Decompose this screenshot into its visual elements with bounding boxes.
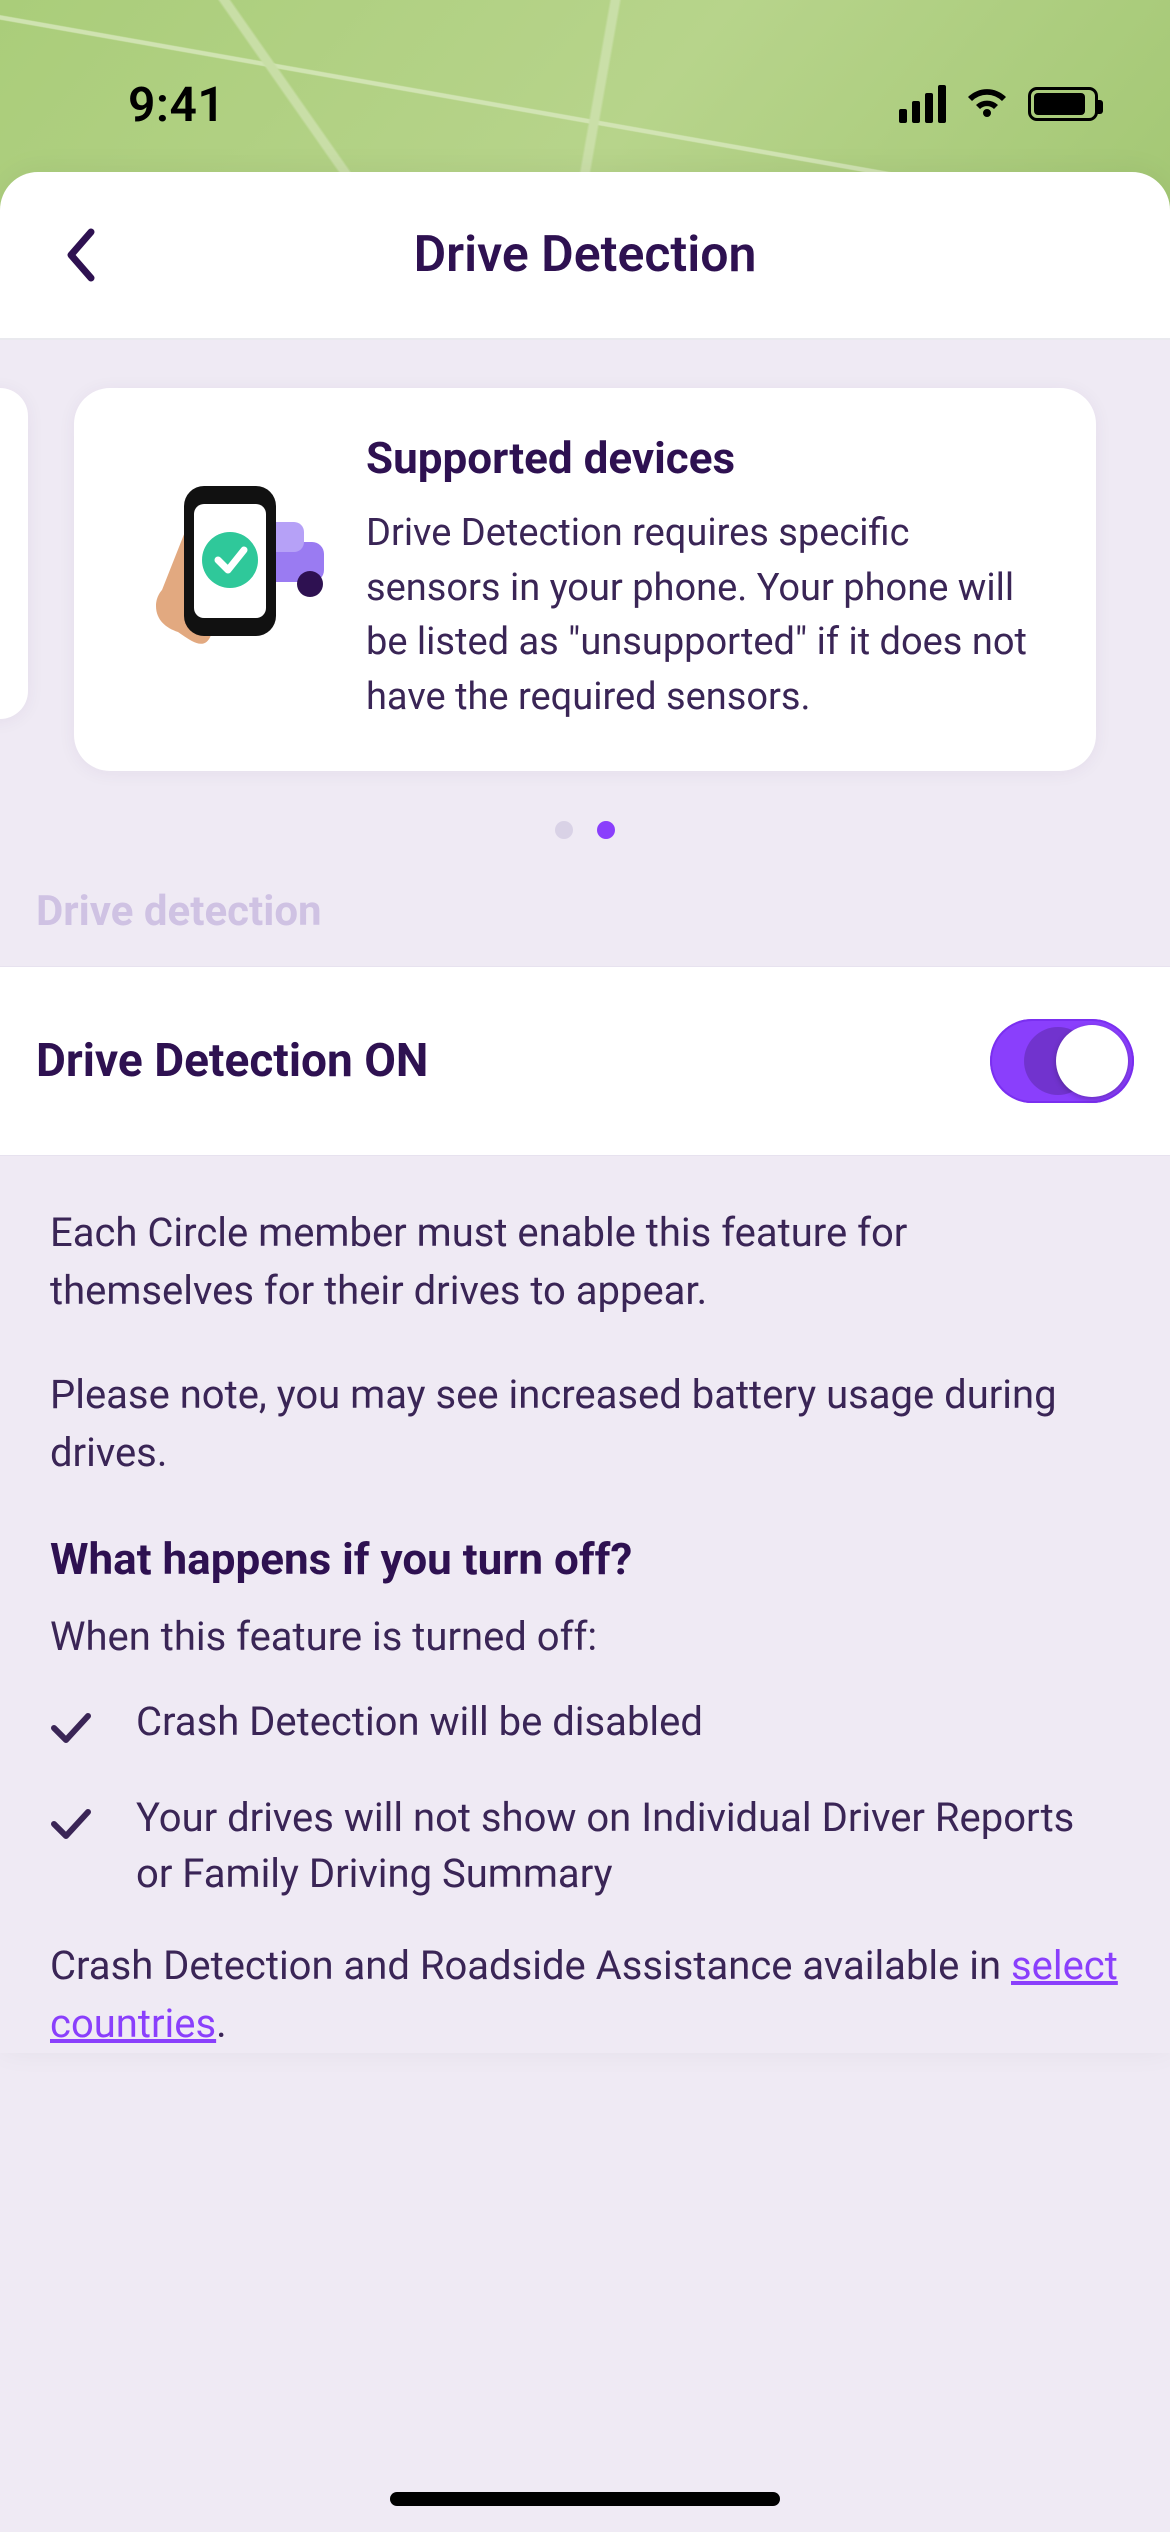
- home-indicator[interactable]: [390, 2492, 780, 2506]
- list-item: Your drives will not show on Individual …: [50, 1790, 1120, 1904]
- info-heading: What happens if you turn off?: [50, 1528, 1120, 1592]
- info-carousel[interactable]: Supported devices Drive Detection requir…: [0, 340, 1170, 791]
- phone-car-illustration: [120, 432, 330, 666]
- wifi-icon: [964, 87, 1010, 121]
- drive-detection-toggle[interactable]: [990, 1019, 1134, 1103]
- list-item-text: Your drives will not show on Individual …: [136, 1790, 1120, 1904]
- list-item-text: Crash Detection will be disabled: [136, 1694, 1120, 1751]
- info-paragraph-2: Please note, you may see increased batte…: [50, 1366, 1120, 1482]
- availability-text: Crash Detection and Roadside Assistance …: [50, 1942, 1011, 1989]
- info-paragraph-1: Each Circle member must enable this feat…: [50, 1204, 1120, 1320]
- carousel-card-supported-devices: Supported devices Drive Detection requir…: [74, 388, 1096, 771]
- cellular-icon: [899, 85, 946, 123]
- status-time: 9:41: [128, 76, 225, 133]
- back-button[interactable]: [48, 223, 112, 287]
- check-icon: [50, 1694, 102, 1762]
- settings-sheet: Drive Detection: [0, 172, 1170, 2053]
- consequences-list: Crash Detection will be disabled Your dr…: [50, 1694, 1120, 1904]
- drive-detection-toggle-label: Drive Detection ON: [36, 1034, 428, 1088]
- battery-icon: [1028, 87, 1098, 121]
- card-title: Supported devices: [366, 432, 1050, 484]
- info-copy: Each Circle member must enable this feat…: [0, 1156, 1170, 2053]
- availability-text-end: .: [216, 2000, 227, 2047]
- card-body: Drive Detection requires specific sensor…: [366, 506, 1050, 725]
- carousel-peek-prev[interactable]: [0, 388, 28, 719]
- carousel-dot-1[interactable]: [597, 821, 615, 839]
- header: Drive Detection: [0, 172, 1170, 340]
- page-title: Drive Detection: [414, 226, 757, 284]
- status-bar: 9:41: [0, 0, 1170, 150]
- drive-detection-toggle-row: Drive Detection ON: [0, 966, 1170, 1156]
- section-label-drive-detection: Drive detection: [0, 887, 1170, 966]
- availability-note: Crash Detection and Roadside Assistance …: [50, 1937, 1120, 2053]
- carousel-dot-0[interactable]: [555, 821, 573, 839]
- info-subheading: When this feature is turned off:: [50, 1608, 1120, 1666]
- carousel-pagination: [0, 821, 1170, 839]
- chevron-left-icon: [63, 228, 97, 282]
- list-item: Crash Detection will be disabled: [50, 1694, 1120, 1762]
- check-icon: [50, 1790, 102, 1858]
